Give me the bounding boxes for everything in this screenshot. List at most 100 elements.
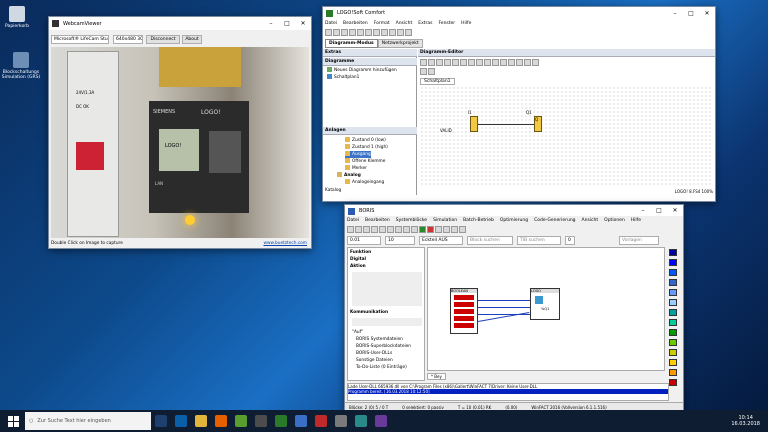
color-swatch[interactable] xyxy=(669,359,677,366)
menu-batch[interactable]: Batch-Betrieb xyxy=(463,218,494,223)
color-swatch[interactable] xyxy=(669,319,677,326)
connection-item[interactable]: Merker xyxy=(345,165,367,172)
new-icon[interactable] xyxy=(325,29,332,36)
redo-icon[interactable] xyxy=(397,29,404,36)
boris-icon[interactable] xyxy=(295,415,307,427)
minimize-button[interactable]: – xyxy=(635,205,651,216)
undo-icon[interactable] xyxy=(389,29,396,36)
canvas-tab[interactable]: * Bey xyxy=(427,373,446,380)
editor-canvas[interactable]: I1 VALID Q1 Q xyxy=(420,86,712,186)
color-swatch[interactable] xyxy=(669,299,677,306)
about-button[interactable]: About xyxy=(182,35,202,44)
desktop-icon-recycle-bin[interactable]: Papierkorb xyxy=(2,6,32,29)
app-icon[interactable] xyxy=(315,415,327,427)
menu-extras[interactable]: Extras xyxy=(418,21,432,26)
disconnect-button[interactable]: Disconnect xyxy=(146,35,180,44)
step-size-input[interactable]: 0.01 xyxy=(347,236,381,245)
redo-icon[interactable] xyxy=(508,59,515,66)
menu-bearbeiten[interactable]: Bearbeiten xyxy=(365,218,390,223)
log-line-selected[interactable]: Programm bereit. [16.03.2018 10:12:50] xyxy=(348,389,668,394)
search-box[interactable]: ○ Zur Suche Text hier eingeben xyxy=(25,412,151,430)
tab-schaltplan[interactable]: Schaltplan1 xyxy=(420,78,455,85)
print-icon[interactable] xyxy=(371,226,378,233)
sim-time-input[interactable]: 10 xyxy=(385,236,415,245)
tree-item[interactable]: To-Do-Liste (0 Einträge) xyxy=(356,365,407,371)
open-icon[interactable] xyxy=(355,226,362,233)
zoom-icon[interactable] xyxy=(405,29,412,36)
cut-icon[interactable] xyxy=(379,226,386,233)
new-icon[interactable] xyxy=(347,226,354,233)
align-icon[interactable] xyxy=(492,59,499,66)
camera-image[interactable]: 24V/1.3A DC OK SIEMENS LOGO! LOGO! LAN xyxy=(51,47,309,238)
color-swatch[interactable] xyxy=(669,259,677,266)
app-icon[interactable] xyxy=(235,415,247,427)
align-icon[interactable] xyxy=(484,59,491,66)
undo-icon[interactable] xyxy=(403,226,410,233)
tree-item[interactable]: BORIS-Superblockdateien xyxy=(356,344,411,350)
menu-ansicht[interactable]: Ansicht xyxy=(582,218,599,223)
color-swatch[interactable] xyxy=(669,269,677,276)
close-button[interactable]: ✕ xyxy=(295,17,311,30)
menu-bearbeiten[interactable]: Bearbeiten xyxy=(343,21,368,26)
menu-simulation[interactable]: Simulation xyxy=(433,218,457,223)
open-icon[interactable] xyxy=(333,29,340,36)
online-test-icon[interactable] xyxy=(524,59,531,66)
settings-icon[interactable] xyxy=(459,226,466,233)
tree-item[interactable]: BORIS Systemdateien xyxy=(356,337,403,343)
zoom-icon[interactable] xyxy=(443,226,450,233)
edge-icon[interactable] xyxy=(175,415,187,427)
grid-icon[interactable] xyxy=(451,226,458,233)
connection-item[interactable]: Zustand 0 (low) xyxy=(345,137,386,144)
explorer-icon[interactable] xyxy=(195,415,207,427)
color-swatch[interactable] xyxy=(669,329,677,336)
close-button[interactable]: ✕ xyxy=(667,205,683,216)
cut-icon[interactable] xyxy=(468,59,475,66)
resolution-select[interactable]: 640x480 30 xyxy=(113,35,143,44)
logosoft-icon[interactable] xyxy=(275,415,287,427)
color-swatch[interactable] xyxy=(669,309,677,316)
menu-optimierung[interactable]: Optimierung xyxy=(500,218,528,223)
menu-format[interactable]: Format xyxy=(374,21,390,26)
app-icon[interactable] xyxy=(375,415,387,427)
clock[interactable]: 10:14 16.03.2018 xyxy=(731,415,760,427)
value-input[interactable]: 0 xyxy=(565,236,575,245)
minimize-button[interactable]: – xyxy=(263,17,279,30)
connection-item[interactable]: Zustand 1 (high) xyxy=(345,144,388,151)
task-view-icon[interactable] xyxy=(155,415,167,427)
print-icon[interactable] xyxy=(349,29,356,36)
color-swatch[interactable] xyxy=(669,289,677,296)
tool-icon[interactable] xyxy=(428,68,435,75)
menu-hilfe[interactable]: Hilfe xyxy=(631,218,641,223)
select-icon[interactable] xyxy=(420,59,427,66)
redo-icon[interactable] xyxy=(411,226,418,233)
connection-item[interactable]: Offene Klemme xyxy=(345,158,385,165)
play-icon[interactable] xyxy=(419,226,426,233)
menu-hilfe[interactable]: Hilfe xyxy=(461,21,471,26)
tab-network-project[interactable]: Netzwerkprojekt xyxy=(377,39,423,48)
tree-item[interactable]: BORIS-User-DLLs xyxy=(356,351,392,357)
copy-icon[interactable] xyxy=(387,226,394,233)
tib-search-input[interactable]: TIB suchen xyxy=(517,236,561,245)
template-select[interactable]: Vorlagen xyxy=(619,236,659,245)
gf-icon[interactable] xyxy=(452,59,459,66)
paste-icon[interactable] xyxy=(373,29,380,36)
tab-diagram-mode[interactable]: Diagramm-Modus xyxy=(325,39,378,48)
undo-icon[interactable] xyxy=(500,59,507,66)
comm-icon-row[interactable] xyxy=(352,318,422,326)
menu-codegen[interactable]: Code-Generierung xyxy=(534,218,575,223)
copy-icon[interactable] xyxy=(365,29,372,36)
color-swatch[interactable] xyxy=(669,339,677,346)
input-block[interactable] xyxy=(470,116,478,132)
add-diagram-item[interactable]: Neues Diagramm hinzufügen xyxy=(327,67,397,74)
save-icon[interactable] xyxy=(341,29,348,36)
color-swatch[interactable] xyxy=(669,379,677,386)
maximize-button[interactable]: □ xyxy=(279,17,295,30)
constants-icon[interactable] xyxy=(444,59,451,66)
section-action[interactable]: Aktion xyxy=(350,264,366,270)
app-icon[interactable] xyxy=(255,415,267,427)
app-icon[interactable] xyxy=(355,415,367,427)
menu-ansicht[interactable]: Ansicht xyxy=(396,21,413,26)
start-button[interactable] xyxy=(5,413,21,429)
color-swatch[interactable] xyxy=(669,369,677,376)
color-swatch[interactable] xyxy=(669,249,677,256)
